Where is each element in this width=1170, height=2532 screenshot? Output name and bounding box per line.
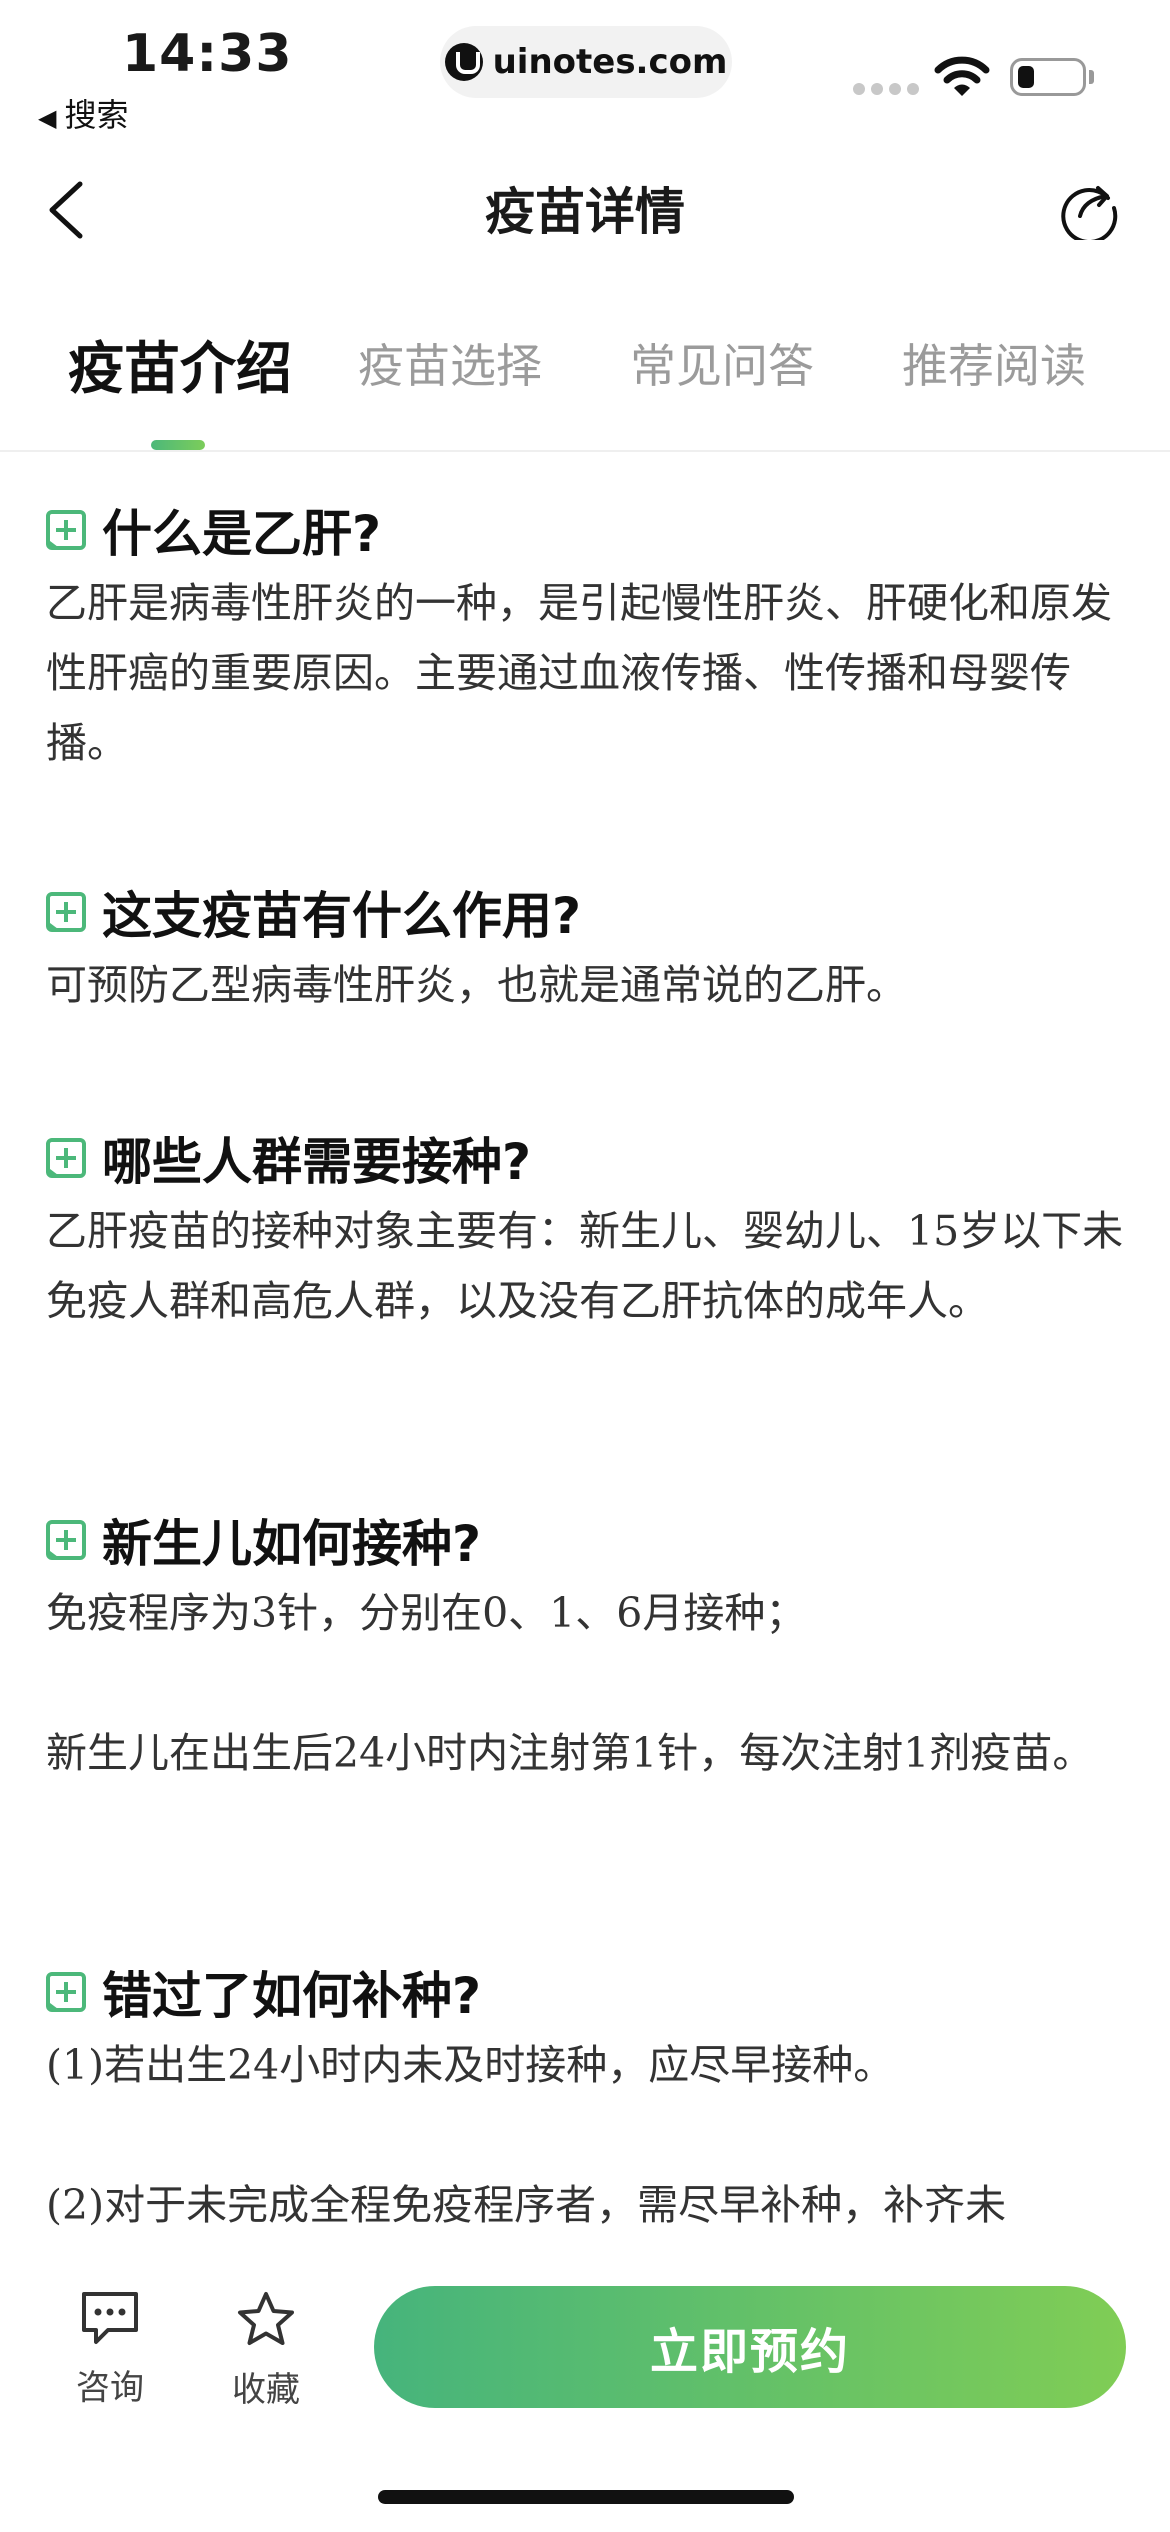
section-who-needs-vaccine: 哪些人群需要接种? 乙肝疫苗的接种对象主要有：新生儿、婴幼儿、15岁以下未免疫人… [46,1120,1126,1336]
status-time: 14:33 [122,24,293,84]
wifi-icon [934,56,990,96]
tab-vaccine-intro[interactable]: 疫苗介绍 [68,324,292,405]
content-scroll-area[interactable]: 什么是乙肝? 乙肝是病毒性肝炎的一种，是引起慢性肝炎、肝硬化和原发性肝癌的重要原… [0,452,1170,2242]
medical-plus-icon [46,1972,86,2012]
status-bar: 14:33 ◀ 搜索 uinotes.com [0,0,1170,140]
consult-button[interactable]: 咨询 [50,2290,170,2409]
medical-plus-icon [46,892,86,932]
section-title: 错过了如何补种? [102,1967,482,2025]
section-title: 哪些人群需要接种? [102,1133,532,1191]
cellular-signal-icon [853,83,919,95]
tab-faq[interactable]: 常见问答 [630,330,814,396]
section-paragraph: 乙肝疫苗的接种对象主要有：新生儿、婴幼儿、15岁以下未免疫人群和高危人群，以及没… [46,1207,1124,1325]
book-now-button[interactable]: 立即预约 [374,2286,1126,2408]
share-icon[interactable] [1058,176,1122,240]
section-paragraph: (1)若出生24小时内未及时接种，应尽早接种。 [46,2041,895,2089]
section-newborn-schedule: 新生儿如何接种? 免疫程序为3针，分别在0、1、6月接种； 新生儿在出生后24小… [46,1502,1126,1788]
back-to-app-link[interactable]: ◀ 搜索 [38,90,128,136]
section-title: 这支疫苗有什么作用? [102,887,582,945]
section-paragraph: 可预防乙型病毒性肝炎，也就是通常说的乙肝。 [46,961,907,1009]
star-icon [238,2292,294,2345]
section-missed-dose: 错过了如何补种? (1)若出生24小时内未及时接种，应尽早接种。 (2)对于未完… [46,1954,1126,2240]
back-app-label: 搜索 [64,96,129,134]
medical-plus-icon [46,1520,86,1560]
tab-bar: 疫苗介绍 疫苗选择 常见问答 推荐阅读 [0,300,1170,452]
back-triangle-icon: ◀ [38,104,57,132]
page-title: 疫苗详情 [485,183,685,241]
medical-plus-icon [46,510,86,550]
active-tab-indicator [151,440,205,450]
section-paragraph: 新生儿在出生后24小时内注射第1针，每次注射1剂疫苗。 [46,1729,1094,1777]
chat-bubble-icon [82,2292,138,2344]
section-what-is-hepatitis-b: 什么是乙肝? 乙肝是病毒性肝炎的一种，是引起慢性肝炎、肝硬化和原发性肝癌的重要原… [46,492,1126,778]
section-paragraph: 乙肝是病毒性肝炎的一种，是引起慢性肝炎、肝硬化和原发性肝癌的重要原因。主要通过血… [46,579,1112,767]
battery-fill [1018,66,1034,88]
bottom-action-bar: 咨询 收藏 立即预约 [0,2242,1170,2532]
site-logo-icon [444,43,483,81]
favorite-label: 收藏 [232,2370,300,2410]
url-pill[interactable]: uinotes.com [440,26,732,98]
medical-plus-icon [46,1138,86,1178]
battery-cap [1089,70,1094,84]
url-text: uinotes.com [492,42,728,82]
battery-icon [1010,58,1086,96]
favorite-button[interactable]: 收藏 [206,2290,326,2411]
section-title: 什么是乙肝? [102,505,382,563]
home-indicator [378,2490,794,2504]
section-paragraph: (2)对于未完成全程免疫程序者，需尽早补种，补齐未 [46,2181,1007,2229]
section-title: 新生儿如何接种? [102,1515,482,1573]
section-vaccine-purpose: 这支疫苗有什么作用? 可预防乙型病毒性肝炎，也就是通常说的乙肝。 [46,874,1126,1020]
tab-vaccine-choice[interactable]: 疫苗选择 [358,330,542,396]
section-paragraph: 免疫程序为3针，分别在0、1、6月接种； [46,1589,807,1637]
tab-recommended-reading[interactable]: 推荐阅读 [902,330,1086,396]
consult-label: 咨询 [76,2368,144,2408]
nav-bar: 疫苗详情 [0,150,1170,270]
